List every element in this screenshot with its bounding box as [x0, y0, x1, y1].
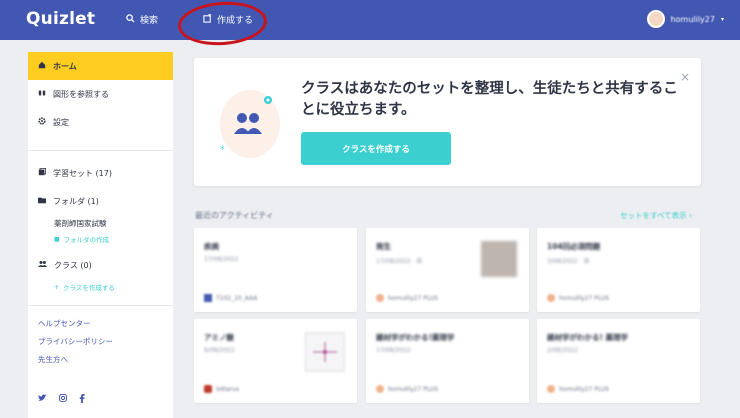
- activity-card[interactable]: 疾病 17/08/2022 T102_10_AAA: [194, 228, 357, 312]
- folder-icon: [38, 196, 46, 206]
- username: homulily27: [670, 14, 715, 24]
- banner-title: クラスはあなたのセットを整理し、生徒たちと共有することに役立ちます。: [301, 81, 678, 118]
- card-title: 発生: [376, 242, 391, 251]
- card-title: 疾病: [204, 242, 219, 251]
- card-thumbnail: [305, 332, 345, 372]
- card-date: 2/08/2022: [547, 347, 578, 354]
- create-class-banner: * クラスはあなたのセットを整理し、生徒たちと共有することに役立ちます。 クラス…: [194, 58, 701, 186]
- sidebar-item-browse[interactable]: 図形を参照する: [28, 80, 173, 108]
- svg-text:*: *: [220, 145, 225, 155]
- card-username: homulily27 PLUS: [559, 385, 610, 393]
- sidebar-item-folders[interactable]: フォルダ (1): [28, 187, 173, 215]
- activity-card[interactable]: 雑材学がわかる!薬理学 17/08/2022 homulily27 PLUS: [366, 319, 529, 403]
- add-class-icon: +: [54, 283, 60, 291]
- social-links: [38, 394, 85, 406]
- class-illustration-icon: *: [218, 86, 280, 160]
- quizlet-logo[interactable]: Quizlet: [26, 9, 95, 29]
- user-icon: [204, 385, 212, 393]
- sidebar-item-label: 設定: [53, 117, 69, 127]
- sidebar-divider: [28, 150, 173, 151]
- activity-card[interactable]: 雑材学がわかる! 薬理学 2/08/2022 homulily27 PLUS: [537, 319, 700, 403]
- twitter-icon[interactable]: [38, 394, 47, 406]
- card-username: T102_10_AAA: [216, 294, 258, 302]
- card-title: 雑材学がわかる!薬理学: [376, 333, 455, 342]
- privacy-policy-link[interactable]: プライバシーポリシー: [28, 332, 173, 350]
- card-title: 104回必須問題: [547, 242, 601, 251]
- set-icon: [204, 294, 212, 302]
- home-icon: [38, 61, 46, 71]
- card-date: 17/08/2022 · 自: [376, 258, 423, 265]
- folder-plus-icon: ■: [54, 235, 60, 243]
- sidebar-divider: [28, 305, 173, 306]
- card-title: 雑材学がわかる! 薬理学: [547, 333, 629, 342]
- create-class-link[interactable]: + クラスを作成する: [28, 279, 173, 295]
- folder-item[interactable]: 薬剤師国家試験: [28, 215, 173, 231]
- create-class-button[interactable]: クラスを作成する: [301, 132, 451, 165]
- cards-icon: [38, 168, 46, 178]
- activity-card[interactable]: アミノ酸 6/08/2022 lottarus: [194, 319, 357, 403]
- people-icon: [38, 260, 47, 270]
- sidebar-item-label: 学習セット (17): [53, 168, 112, 178]
- create-folder-label: フォルダの作成: [63, 236, 110, 244]
- avatar: [376, 294, 384, 302]
- card-thumbnail: [481, 241, 517, 277]
- gear-icon: [38, 117, 46, 127]
- activity-card[interactable]: 発生 17/08/2022 · 自 homulily27 PLUS: [366, 228, 529, 312]
- search-icon: [126, 13, 135, 26]
- sidebar-item-label: 図形を参照する: [53, 89, 109, 99]
- teachers-link[interactable]: 先生方へ: [28, 350, 173, 368]
- card-user: homulily27 PLUS: [547, 385, 609, 393]
- card-username: lottarus: [216, 385, 240, 393]
- sidebar-item-sets[interactable]: 学習セット (17): [28, 159, 173, 187]
- eye-icon: [38, 89, 46, 99]
- card-title: アミノ酸: [204, 333, 234, 342]
- recent-activity-title: 最近のアクティビティ: [195, 211, 274, 220]
- card-user: homulily27 PLUS: [376, 385, 438, 393]
- avatar: [547, 294, 555, 302]
- card-date: 17/08/2022: [376, 347, 411, 354]
- card-username: homulily27 PLUS: [559, 294, 610, 302]
- sidebar-item-home[interactable]: ホーム: [28, 52, 173, 80]
- help-center-link[interactable]: ヘルプセンター: [28, 314, 173, 332]
- instagram-icon[interactable]: [59, 394, 67, 406]
- sidebar-item-classes[interactable]: クラス (0): [28, 251, 173, 279]
- create-class-label: クラスを作成する: [63, 284, 115, 292]
- close-icon[interactable]: ×: [680, 70, 690, 84]
- sidebar-item-label: クラス (0): [54, 260, 92, 270]
- avatar: [376, 385, 384, 393]
- card-user: homulily27 PLUS: [547, 294, 609, 302]
- card-date: 6/08/2022: [204, 347, 235, 354]
- facebook-icon[interactable]: [79, 394, 85, 406]
- see-all-sets-link[interactable]: セットをすべて表示 ›: [620, 210, 692, 221]
- activity-card[interactable]: 104回必須問題 3/08/2022 · 自 homulily27 PLUS: [537, 228, 700, 312]
- search-label: 検索: [140, 16, 159, 26]
- avatar: [547, 385, 555, 393]
- top-navigation-bar: Quizlet 検索 作成する homulily27 ▾: [0, 0, 740, 40]
- card-username: homulily27 PLUS: [388, 385, 439, 393]
- create-folder-link[interactable]: ■ フォルダの作成: [28, 231, 173, 247]
- sidebar-item-label: フォルダ (1): [53, 196, 99, 206]
- search-button[interactable]: 検索: [126, 13, 158, 26]
- chevron-down-icon: ▾: [720, 15, 724, 23]
- sidebar-item-label: ホーム: [53, 61, 77, 71]
- card-user: lottarus: [204, 385, 239, 393]
- card-user: homulily27 PLUS: [376, 294, 438, 302]
- card-user: T102_10_AAA: [204, 294, 257, 302]
- user-menu[interactable]: homulily27 ▾: [646, 10, 724, 28]
- card-date: 17/08/2022: [204, 256, 239, 263]
- sidebar-item-settings[interactable]: 設定: [28, 108, 173, 136]
- card-date: 3/08/2022 · 自: [547, 258, 590, 265]
- sidebar: ホーム 図形を参照する 設定 学習セット (17) フォルダ (1) 薬剤師国家…: [28, 52, 173, 418]
- card-username: homulily27 PLUS: [388, 294, 439, 302]
- avatar: [646, 10, 665, 28]
